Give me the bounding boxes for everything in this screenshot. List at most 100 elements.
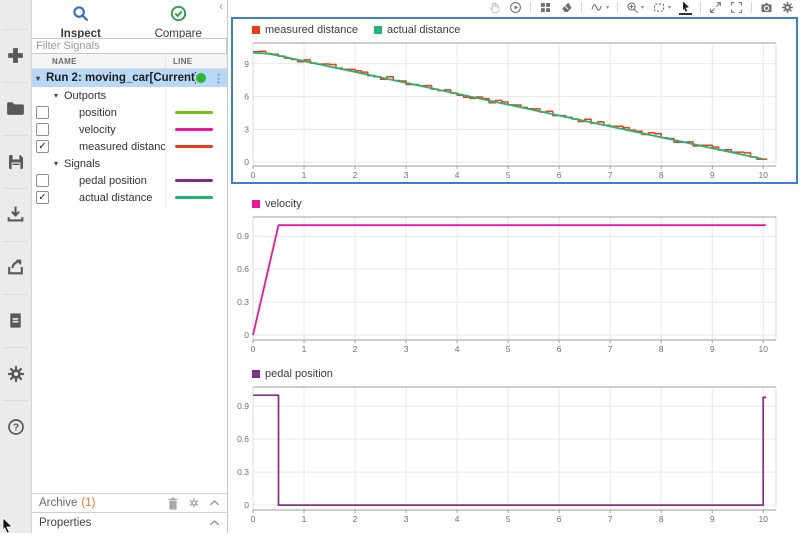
grid-layout-icon xyxy=(539,1,552,14)
gear-icon xyxy=(781,1,794,14)
help-button[interactable]: ? xyxy=(0,400,31,453)
fullscreen-button[interactable] xyxy=(730,1,743,14)
preferences-button[interactable] xyxy=(0,347,31,400)
legend-item[interactable]: measured distance xyxy=(252,24,358,36)
svg-text:6: 6 xyxy=(244,92,249,102)
app-toolstrip: ? xyxy=(0,0,32,533)
report-button[interactable] xyxy=(0,294,31,347)
group-row[interactable]: ▾Signals xyxy=(32,155,227,172)
column-header-line: LINE xyxy=(165,54,227,68)
signal-row[interactable]: ✓measured distance xyxy=(32,138,227,155)
svg-text:9: 9 xyxy=(710,514,715,524)
import-icon xyxy=(5,204,26,225)
table-header: NAME LINE xyxy=(32,54,227,69)
legend-item[interactable]: actual distance xyxy=(374,24,460,36)
series-velocity xyxy=(253,225,766,335)
signal-row[interactable]: ✓ actual distance xyxy=(32,189,227,206)
group-row[interactable]: ▾Outports xyxy=(32,87,227,104)
run-status-dot xyxy=(196,73,206,83)
signal-checkbox[interactable] xyxy=(36,123,49,136)
legend-swatch-icon xyxy=(374,26,382,34)
plot-settings-button[interactable] xyxy=(781,1,794,14)
signal-row[interactable]: position xyxy=(32,104,227,121)
expander-icon[interactable]: ▾ xyxy=(54,159,64,168)
subplot-2[interactable]: velocity01234567891000.30.60.9 xyxy=(231,194,798,354)
svg-text:6: 6 xyxy=(557,170,562,180)
plot-legend: measured distance actual distance xyxy=(235,20,794,40)
signal-trace-options-button[interactable]: ▾ xyxy=(590,1,609,14)
collapse-panel-chevron-icon[interactable]: ‹ xyxy=(219,1,223,11)
plot-canvas[interactable]: 01234567891000.30.60.9 xyxy=(235,214,786,354)
import-button[interactable] xyxy=(0,188,31,241)
signal-name: actual distance xyxy=(79,192,165,204)
signal-checkbox[interactable]: ✓ xyxy=(36,191,49,204)
legend-item[interactable]: pedal position xyxy=(252,368,333,380)
subplot-1[interactable]: measured distanceactual distance01234567… xyxy=(231,17,798,184)
run-row[interactable]: ▾Run 2: moving_car[Current] ⋮ xyxy=(32,69,227,87)
properties-collapse-chevron-icon[interactable] xyxy=(209,519,220,527)
plot-canvas[interactable]: 01234567891000.30.60.9 xyxy=(235,384,786,524)
signal-line-swatch xyxy=(175,179,213,182)
filter-signals-input[interactable] xyxy=(32,38,227,54)
svg-text:0: 0 xyxy=(251,170,256,180)
save-button[interactable] xyxy=(0,135,31,188)
export-button[interactable] xyxy=(0,241,31,294)
replay-button[interactable] xyxy=(509,1,522,14)
open-button[interactable] xyxy=(0,82,31,135)
run-menu-icon[interactable]: ⋮ xyxy=(213,72,224,85)
signal-checkbox[interactable]: ✓ xyxy=(36,140,49,153)
svg-text:0: 0 xyxy=(244,157,249,167)
legend-label: velocity xyxy=(265,198,302,210)
check-circle-icon xyxy=(170,5,187,25)
archive-collapse-chevron-icon[interactable] xyxy=(209,499,220,507)
archive-gear-icon[interactable] xyxy=(188,497,200,509)
svg-text:7: 7 xyxy=(608,514,613,524)
signal-line-col xyxy=(165,189,227,206)
svg-text:0.6: 0.6 xyxy=(237,434,249,444)
clear-subplot-button[interactable] xyxy=(560,1,573,14)
tab-compare[interactable]: Compare xyxy=(130,0,228,38)
svg-text:0.6: 0.6 xyxy=(237,264,249,274)
expander-icon[interactable]: ▾ xyxy=(54,91,64,100)
subplot-stack: measured distanceactual distance01234567… xyxy=(231,15,798,524)
signal-line-swatch xyxy=(175,145,213,148)
signal-row[interactable]: velocity xyxy=(32,121,227,138)
folder-icon xyxy=(5,98,26,119)
properties-bar[interactable]: Properties xyxy=(32,512,227,533)
signal-checkbox[interactable] xyxy=(36,106,49,119)
svg-text:0: 0 xyxy=(244,330,249,340)
signal-browser-panel: ‹ Inspect Compare NAME LINE ▾Run 2: movi… xyxy=(32,0,228,533)
hand-icon xyxy=(488,1,501,14)
snapshot-button[interactable] xyxy=(760,1,773,14)
signal-line-col xyxy=(165,104,227,121)
subplot-layout-button[interactable] xyxy=(539,1,552,14)
signal-rows: ▾Run 2: moving_car[Current]⋮▾Outportspos… xyxy=(32,69,227,493)
signal-checkbox[interactable] xyxy=(36,174,49,187)
export-icon xyxy=(5,257,26,278)
svg-text:3: 3 xyxy=(404,170,409,180)
svg-text:0: 0 xyxy=(251,344,256,354)
zoom-in-button[interactable]: ▾ xyxy=(626,1,644,14)
gear-icon xyxy=(6,364,26,384)
new-button[interactable] xyxy=(0,29,31,82)
trash-icon[interactable] xyxy=(167,497,179,510)
subplot-3[interactable]: pedal position01234567891000.30.60.9 xyxy=(231,364,798,524)
signal-row[interactable]: pedal position xyxy=(32,172,227,189)
expand-button[interactable] xyxy=(709,1,722,14)
legend-item[interactable]: velocity xyxy=(252,198,302,210)
archive-bar[interactable]: Archive (1) xyxy=(32,493,227,512)
tab-inspect[interactable]: Inspect xyxy=(32,0,130,38)
run-label: Run 2: moving_car[Current] xyxy=(46,72,196,84)
series-pedal-position xyxy=(253,395,766,505)
plus-icon xyxy=(5,45,26,66)
svg-text:0.9: 0.9 xyxy=(237,401,249,411)
fit-to-view-button[interactable]: ▾ xyxy=(652,1,671,14)
pointer-button[interactable] xyxy=(679,0,692,15)
toolbar-separator xyxy=(581,2,582,13)
svg-text:8: 8 xyxy=(659,514,664,524)
eraser-icon xyxy=(560,1,573,14)
dropdown-caret-icon: ▾ xyxy=(606,4,609,11)
archive-count: (1) xyxy=(81,497,95,509)
plot-canvas[interactable]: 0123456789100369 xyxy=(235,40,786,180)
expander-icon[interactable]: ▾ xyxy=(36,74,46,83)
